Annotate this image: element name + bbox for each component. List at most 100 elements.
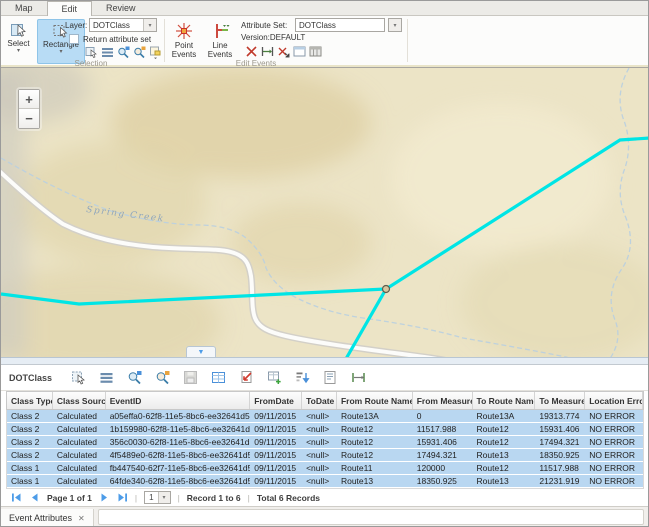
pan-to-selection-icon[interactable] [133, 46, 146, 59]
table-cell: NO ERROR [585, 410, 643, 422]
pan-to-selected-icon[interactable] [155, 370, 170, 385]
table-cell: Calculated [53, 449, 106, 461]
tab-map[interactable]: Map [1, 1, 47, 15]
dropdown-arrow-icon: ▾ [389, 19, 401, 31]
return-attribute-set-label: Return attribute set [83, 35, 151, 44]
measure-extent-icon[interactable] [351, 370, 366, 385]
column-header[interactable]: From Route Name [337, 392, 413, 409]
separator: | [178, 493, 180, 503]
event-table-window-icon[interactable] [309, 45, 322, 58]
line-events-label: Line Events [205, 41, 235, 59]
open-attributes-icon[interactable] [323, 370, 338, 385]
dropdown-arrow-icon[interactable]: ▾ [158, 492, 170, 503]
column-header[interactable]: To Measure [535, 392, 585, 409]
zoom-to-selection-icon[interactable] [117, 46, 130, 59]
append-records-icon[interactable] [267, 370, 282, 385]
map-zoom-control: + − [18, 89, 40, 129]
tab-edit[interactable]: Edit [47, 1, 93, 16]
select-tool-button[interactable]: Select ▾ [3, 19, 34, 64]
table-row[interactable]: Class 2Calculated356c0030-62f8-11e5-8bc6… [7, 436, 643, 448]
sort-records-icon[interactable] [295, 370, 310, 385]
panel-splitter[interactable] [1, 357, 648, 365]
table-cell: 09/11/2015 [250, 410, 302, 422]
close-icon[interactable]: ✕ [78, 514, 85, 523]
table-toolbar: DOTClass [1, 365, 648, 391]
select-button-label: Select [3, 39, 34, 48]
table-cell: Route12 [337, 436, 413, 448]
table-cell: a05effa0-62f8-11e5-8bc6-ee32641d5ec9 [106, 410, 251, 422]
tab-event-attributes[interactable]: Event Attributes ✕ [1, 509, 94, 527]
table-cell: 09/11/2015 [250, 449, 302, 461]
table-cell: Route11 [337, 462, 413, 474]
chevron-down-icon[interactable]: ▾ [3, 48, 34, 54]
column-header[interactable]: Class Source [53, 392, 106, 409]
table-cell: <null> [302, 475, 337, 487]
table-cell: 18350.925 [413, 475, 473, 487]
table-row[interactable]: Class 1Calculatedfb447540-62f7-11e5-8bc6… [7, 462, 643, 474]
attribute-set-dropdown-arrow[interactable]: ▾ [388, 18, 402, 32]
save-icon[interactable] [183, 370, 198, 385]
table-cell: 17494.321 [535, 436, 585, 448]
event-window-icon[interactable] [293, 45, 306, 58]
table-title: DOTClass [9, 373, 52, 383]
column-header[interactable]: Location Error [585, 392, 643, 409]
table-body: Class 2Calculated a05effa0-62f8-11e5-8bc6… [6, 410, 644, 489]
table-cell: Calculated [53, 436, 106, 448]
go-to-location-icon[interactable] [239, 370, 254, 385]
table-cell: 11517.988 [413, 423, 473, 435]
event-editor-window: Map Edit Review Select ▾ Rectangle ▾ Lay… [0, 0, 649, 527]
route-junction-marker[interactable] [383, 286, 390, 293]
pagination-bar: Page 1 of 1 | 1 ▾ | Record 1 to 6 | Tota… [1, 489, 648, 507]
split-event-icon[interactable] [245, 45, 258, 58]
table-cell: <null> [302, 423, 337, 435]
table-row[interactable]: Class 1Calculated64fde340-62f8-11e5-8bc6… [7, 475, 643, 487]
next-page-button[interactable] [99, 492, 110, 503]
table-cell: 4f5489e0-62f8-11e5-8bc6-ee32641d5ec9 [106, 449, 251, 461]
table-cell: 120000 [413, 462, 473, 474]
table-row[interactable]: Class 2Calculated1b159980-62f8-11e5-8bc6… [7, 423, 643, 435]
table-cell: fb447540-62f7-11e5-8bc6-ee32641d5ec9 [106, 462, 251, 474]
table-cell: 64fde340-62f8-11e5-8bc6-ee32641d5ec9 [106, 475, 251, 487]
table-cell: Route12 [473, 436, 536, 448]
column-header[interactable]: ToDate [302, 392, 337, 409]
select-features-icon[interactable] [85, 46, 98, 59]
snap-event-icon[interactable] [277, 45, 290, 58]
measure-range-icon[interactable] [261, 45, 274, 58]
view-table-icon[interactable] [211, 370, 226, 385]
table-menu-icon[interactable] [99, 370, 114, 385]
table-cell: Route12 [337, 423, 413, 435]
table-cell: Route12 [337, 449, 413, 461]
previous-page-button[interactable] [29, 492, 40, 503]
zoom-to-selected-icon[interactable] [127, 370, 142, 385]
zoom-out-button[interactable]: − [19, 109, 39, 128]
tab-review[interactable]: Review [92, 1, 150, 15]
layer-dropdown[interactable]: DOTClass ▾ [89, 18, 157, 32]
column-header[interactable]: Class Type [7, 392, 53, 409]
map-view[interactable]: Spring Creek + − ▼ [1, 67, 648, 357]
column-header[interactable]: From Measure [413, 392, 473, 409]
attribute-set-dropdown[interactable]: DOTClass [295, 18, 385, 32]
column-header[interactable]: EventID [106, 392, 251, 409]
clear-selection-icon[interactable] [149, 46, 162, 59]
point-events-button[interactable]: Point Events [167, 19, 201, 64]
column-header[interactable]: To Route Name [473, 392, 536, 409]
collapse-panel-button[interactable]: ▼ [186, 346, 216, 357]
total-records-status: Total 6 Records [257, 493, 320, 503]
table-cell: 11517.988 [535, 462, 585, 474]
column-header[interactable]: FromDate [250, 392, 302, 409]
select-records-icon[interactable] [71, 370, 86, 385]
table-cell: NO ERROR [585, 423, 643, 435]
dropdown-arrow-icon[interactable]: ▾ [143, 19, 156, 31]
zoom-in-button[interactable]: + [19, 90, 39, 109]
page-number-dropdown[interactable]: 1 ▾ [144, 491, 170, 504]
first-page-button[interactable] [11, 492, 22, 503]
selection-list-icon[interactable] [101, 46, 114, 59]
last-page-button[interactable] [117, 492, 128, 503]
table-row[interactable]: Class 2Calculated4f5489e0-62f8-11e5-8bc6… [7, 449, 643, 461]
table-cell: Class 2 [7, 449, 53, 461]
return-attribute-set-checkbox[interactable] [69, 34, 79, 44]
chevron-down-icon[interactable]: ▾ [38, 49, 84, 55]
selection-tools-row [85, 46, 162, 59]
line-events-button[interactable]: Line Events [203, 19, 237, 64]
table-row[interactable]: Class 2Calculateda05effa0-62f8-11e5-8bc6… [7, 410, 643, 422]
